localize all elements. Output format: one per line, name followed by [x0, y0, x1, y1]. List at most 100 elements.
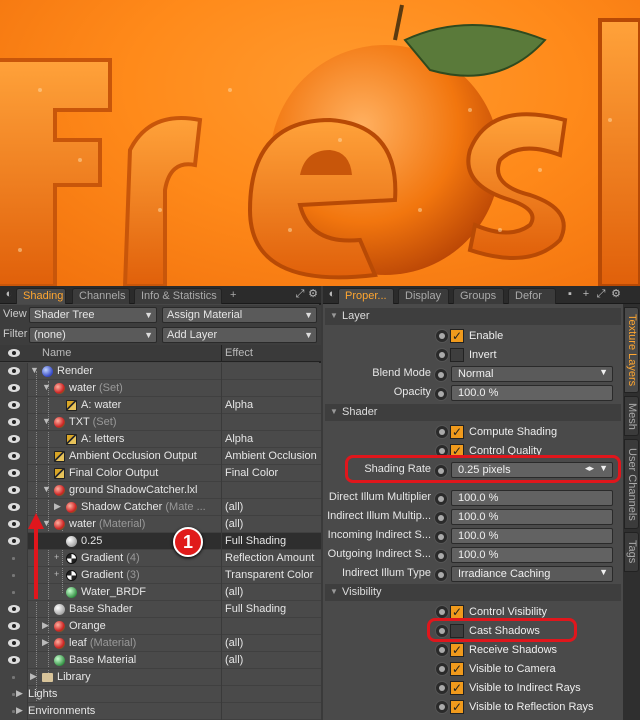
expand-icon[interactable]: ▶	[42, 620, 49, 631]
tree-row[interactable]: Water_BRDF (all)	[0, 584, 321, 601]
eye-icon[interactable]	[8, 452, 20, 460]
checkbox-empty-icon[interactable]	[450, 348, 464, 362]
visibility-cell[interactable]	[0, 584, 28, 601]
eye-icon[interactable]	[8, 520, 20, 528]
tab-properties[interactable]: Proper...	[338, 288, 394, 304]
visibility-cell[interactable]	[0, 448, 28, 465]
channel-dot-icon[interactable]	[434, 549, 448, 563]
channel-dot-icon[interactable]	[434, 492, 448, 506]
visibility-cell[interactable]	[0, 380, 28, 397]
incoming-indirect-field[interactable]: 100.0 %	[434, 528, 613, 544]
channel-dot-icon[interactable]	[435, 348, 449, 362]
visibility-cell[interactable]	[0, 465, 28, 482]
eye-icon[interactable]	[8, 469, 20, 477]
row-effect[interactable]: Ambient Occlusion	[225, 450, 317, 462]
assign-material-button[interactable]: Assign Material ▼	[162, 307, 317, 323]
visibility-header-icon[interactable]	[8, 349, 20, 357]
column-effect-header[interactable]: Effect	[225, 347, 253, 359]
collapse-icon[interactable]: ▼	[42, 416, 51, 426]
visibility-cell[interactable]	[0, 652, 28, 669]
expand-icon[interactable]: ▶	[42, 637, 49, 648]
visibility-cell[interactable]	[0, 669, 28, 686]
vtab-tags[interactable]: Tags	[624, 532, 639, 572]
channel-dot-icon[interactable]	[435, 643, 449, 657]
outgoing-indirect-field[interactable]: 100.0 %	[434, 547, 613, 563]
expand-plus-icon[interactable]: +	[54, 569, 59, 579]
channel-dot-icon[interactable]	[435, 700, 449, 714]
add-layer-button[interactable]: Add Layer ▼	[162, 327, 317, 343]
checkmark-icon[interactable]: ✓	[450, 329, 464, 343]
eye-icon[interactable]	[8, 435, 20, 443]
tree-row[interactable]: ▶ Shadow Catcher (Mate ... (all)	[0, 499, 321, 516]
layer-section[interactable]: ▼ Layer	[325, 308, 621, 325]
row-effect[interactable]: Alpha	[225, 433, 253, 445]
indirect-illum-field[interactable]: 100.0 %	[434, 509, 613, 525]
visibility-cell[interactable]	[0, 516, 28, 533]
vtab-texture-layers[interactable]: Texture Layers	[624, 307, 639, 393]
checkmark-icon[interactable]: ✓	[450, 425, 464, 439]
channel-dot-icon[interactable]	[434, 511, 448, 525]
tree-row[interactable]: Final Color Output Final Color	[0, 465, 321, 482]
column-name-header[interactable]: Name	[42, 347, 71, 359]
visibility-cell[interactable]	[0, 431, 28, 448]
visibility-cell[interactable]	[0, 414, 28, 431]
tab-channels[interactable]: Channels	[72, 288, 130, 304]
tree-row[interactable]: A: letters Alpha	[0, 431, 321, 448]
expand-icon[interactable]: ▶	[16, 705, 23, 716]
hidden-dot-icon[interactable]	[12, 693, 15, 696]
panel-menu-icon[interactable]: ◐	[3, 288, 15, 300]
vtab-mesh[interactable]: Mesh	[624, 396, 639, 436]
tree-row[interactable]: Base Shader Full Shading	[0, 601, 321, 618]
tree-row[interactable]: ▶ Lights	[0, 686, 321, 703]
expand-icon[interactable]: ⤢	[294, 288, 306, 300]
eye-icon[interactable]	[8, 537, 20, 545]
visibility-cell[interactable]	[0, 567, 28, 584]
hidden-dot-icon[interactable]	[12, 710, 15, 713]
column-divider[interactable]	[221, 345, 222, 362]
tree-row[interactable]: Base Material (all)	[0, 652, 321, 669]
vtab-user-channels[interactable]: User Channels	[624, 439, 639, 529]
collapse-icon[interactable]: ▼	[30, 365, 39, 375]
expand-icon[interactable]: ▶	[16, 688, 23, 699]
eye-icon[interactable]	[8, 384, 20, 392]
checkmark-icon[interactable]: ✓	[450, 605, 464, 619]
tree-row[interactable]: ▼ water (Set)	[0, 380, 321, 397]
filter-dropdown[interactable]: (none) ▼	[29, 327, 157, 343]
visibility-section[interactable]: ▼ Visibility	[325, 584, 621, 601]
direct-illum-field[interactable]: 100.0 %	[434, 490, 613, 506]
visibility-cell[interactable]	[0, 363, 28, 380]
eye-icon[interactable]	[8, 418, 20, 426]
checkmark-icon[interactable]: ✓	[450, 643, 464, 657]
eye-icon[interactable]	[8, 605, 20, 613]
expand-icon[interactable]: ▶	[30, 671, 37, 682]
gear-icon[interactable]: ⚙	[307, 288, 319, 300]
expand-icon[interactable]: ⤢	[595, 288, 607, 300]
row-effect[interactable]: Full Shading	[225, 603, 286, 615]
channel-dot-icon[interactable]	[435, 662, 449, 676]
tree-row[interactable]: 0.25 Full Shading	[0, 533, 321, 550]
eye-icon[interactable]	[8, 367, 20, 375]
blend-mode-dropdown[interactable]: Normal ▼	[434, 366, 613, 382]
row-effect[interactable]: Final Color	[225, 467, 278, 479]
hidden-dot-icon[interactable]	[12, 591, 15, 594]
expand-plus-icon[interactable]: +	[54, 552, 59, 562]
visibility-cell[interactable]	[0, 533, 28, 550]
tab-display[interactable]: Display	[398, 288, 449, 304]
visibility-cell[interactable]	[0, 499, 28, 516]
tab-info-statistics[interactable]: Info & Statistics	[134, 288, 222, 304]
row-effect[interactable]: Reflection Amount	[225, 552, 314, 564]
tree-row[interactable]: A: water Alpha	[0, 397, 321, 414]
view-dropdown[interactable]: Shader Tree ▼	[29, 307, 157, 323]
expand-icon[interactable]: ▶	[54, 501, 61, 512]
collapse-icon[interactable]: ▼	[42, 382, 51, 392]
add-tab-button[interactable]: +	[224, 288, 240, 304]
visibility-cell[interactable]	[0, 601, 28, 618]
visibility-cell[interactable]	[0, 703, 28, 720]
hidden-dot-icon[interactable]	[12, 676, 15, 679]
tree-row[interactable]: ▶ Environments	[0, 703, 321, 720]
tree-row[interactable]: + Gradient (4) Reflection Amount	[0, 550, 321, 567]
channel-dot-icon[interactable]	[435, 681, 449, 695]
visibility-cell[interactable]	[0, 397, 28, 414]
channel-dot-icon[interactable]	[435, 605, 449, 619]
eye-icon[interactable]	[8, 503, 20, 511]
